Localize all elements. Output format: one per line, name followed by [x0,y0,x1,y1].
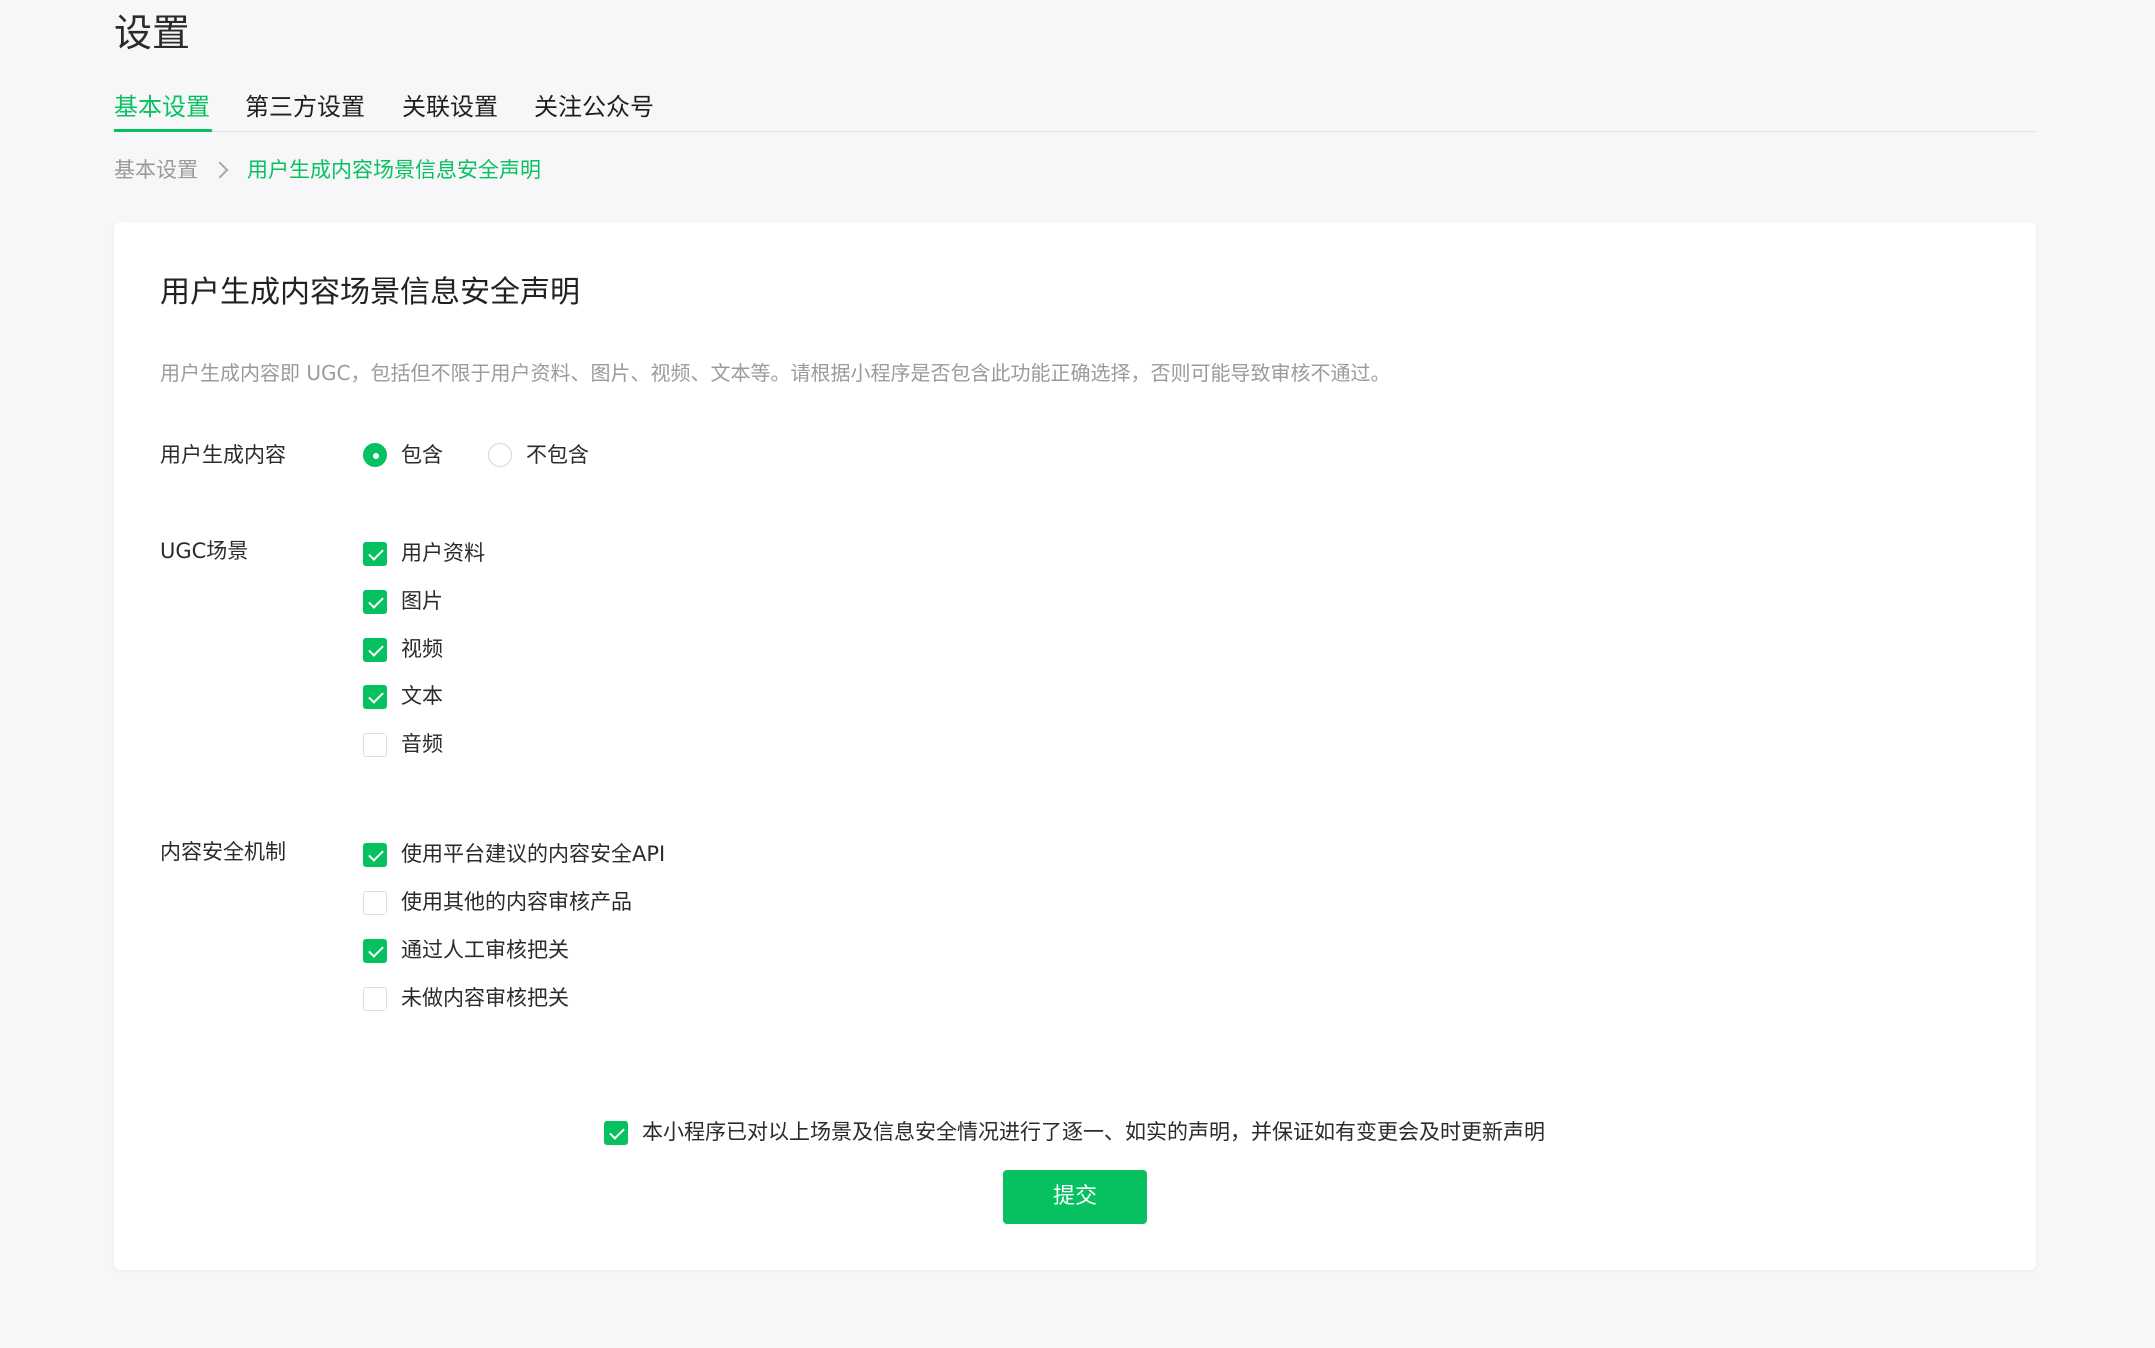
submit-button[interactable]: 提交 [1003,1170,1147,1224]
tab-bar: 基本设置 第三方设置 关联设置 关注公众号 [114,86,2036,132]
chevron-right-icon [211,161,229,179]
radio-include-label: 包含 [401,443,443,467]
active-tab-indicator [114,129,212,132]
ugc-scenes-label: UGC场景 [160,539,249,563]
tab-basic-settings[interactable]: 基本设置 [114,90,210,124]
radio-include[interactable]: 包含 [363,440,463,470]
radio-exclude-label: 不包含 [526,443,589,467]
checkbox-text-label: 文本 [401,684,443,708]
checkbox-other-product-box[interactable] [363,891,387,915]
tab-follow-official-account[interactable]: 关注公众号 [534,90,654,124]
checkbox-audio-box[interactable] [363,733,387,757]
checkbox-no-review-label: 未做内容审核把关 [401,986,569,1010]
breadcrumb-root-link[interactable]: 基本设置 [114,155,198,185]
checkbox-other-product-label: 使用其他的内容审核产品 [401,890,632,914]
tab-third-party-settings[interactable]: 第三方设置 [245,90,365,124]
breadcrumb-current: 用户生成内容场景信息安全声明 [247,158,541,182]
ugc-content-label: 用户生成内容 [160,443,286,467]
declaration-card: 用户生成内容场景信息安全声明 用户生成内容即 UGC，包括但不限于用户资料、图片… [114,222,2036,1270]
checkbox-text-box[interactable] [363,685,387,709]
radio-include-indicator[interactable] [363,443,387,467]
declaration-checkbox[interactable] [604,1121,628,1145]
security-mechanism-label: 内容安全机制 [160,840,286,864]
checkbox-platform-api-label: 使用平台建议的内容安全API [401,842,666,866]
checkbox-audio-label: 音频 [401,732,443,756]
tab-linked-settings[interactable]: 关联设置 [402,90,498,124]
checkbox-user-profile-label: 用户资料 [401,541,485,565]
checkbox-video-box[interactable] [363,638,387,662]
checkbox-platform-api-box[interactable] [363,843,387,867]
checkbox-no-review-box[interactable] [363,987,387,1011]
page-title: 设置 [114,11,191,55]
radio-exclude[interactable]: 不包含 [488,440,608,470]
checkbox-manual-review-box[interactable] [363,939,387,963]
security-mechanism-row: 内容安全机制 使用平台建议的内容安全API 使用其他的内容审核产品 通过人工审核… [160,837,1960,1027]
checkbox-image-box[interactable] [363,590,387,614]
checkbox-user-profile-box[interactable] [363,542,387,566]
card-title: 用户生成内容场景信息安全声明 [160,275,580,310]
card-description: 用户生成内容即 UGC，包括但不限于用户资料、图片、视频、文本等。请根据小程序是… [160,361,1391,385]
checkbox-image-label: 图片 [401,589,443,613]
radio-exclude-indicator[interactable] [488,443,512,467]
checkbox-manual-review-label: 通过人工审核把关 [401,938,569,962]
ugc-content-row: 用户生成内容 包含 不包含 [160,440,1960,476]
ugc-scenes-row: UGC场景 用户资料 图片 视频 文本 音频 [160,536,1960,776]
declaration-label: 本小程序已对以上场景及信息安全情况进行了逐一、如实的声明，并保证如有变更会及时更… [642,1120,1545,1144]
checkbox-video-label: 视频 [401,637,443,661]
